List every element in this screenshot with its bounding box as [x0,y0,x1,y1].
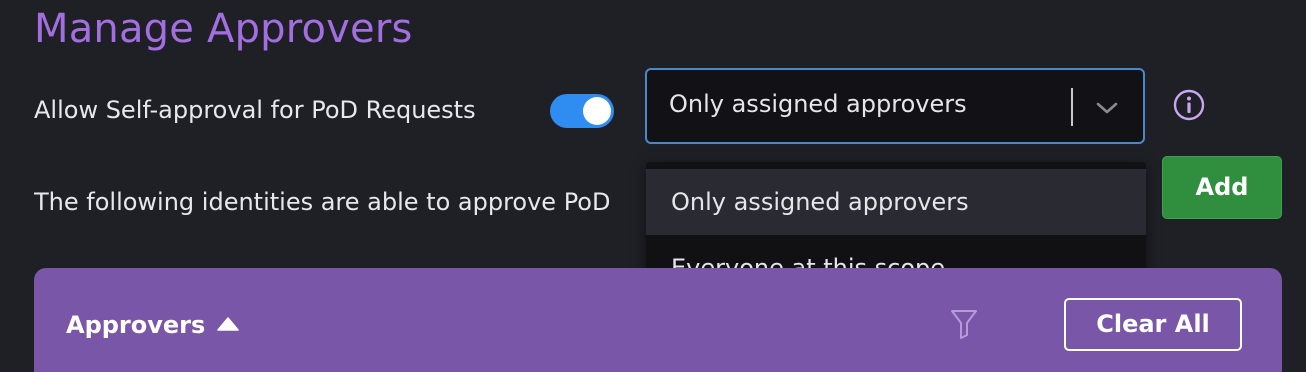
approvers-description: The following identities are able to app… [34,188,611,216]
dropdown-option-assigned[interactable]: Only assigned approvers [646,169,1146,235]
self-approval-toggle[interactable] [550,94,614,128]
page-title: Manage Approvers [34,6,413,52]
triangle-up-icon[interactable] [217,317,239,331]
toggle-knob [583,97,611,125]
chevron-down-icon[interactable] [1095,96,1119,120]
approvers-table-header: Approvers Clear All [34,268,1282,372]
manage-approvers-page: Manage Approvers Allow Self-approval for… [0,0,1306,372]
self-approval-label: Allow Self-approval for PoD Requests [34,96,476,124]
column-header-approvers[interactable]: Approvers [66,311,205,339]
approver-scope-select[interactable]: Only assigned approvers [645,68,1145,144]
select-value: Only assigned approvers [669,90,967,118]
clear-all-button[interactable]: Clear All [1064,298,1242,351]
add-button[interactable]: Add [1162,156,1282,219]
info-icon[interactable] [1173,89,1205,121]
select-separator [1071,88,1073,126]
filter-icon[interactable] [950,308,978,340]
